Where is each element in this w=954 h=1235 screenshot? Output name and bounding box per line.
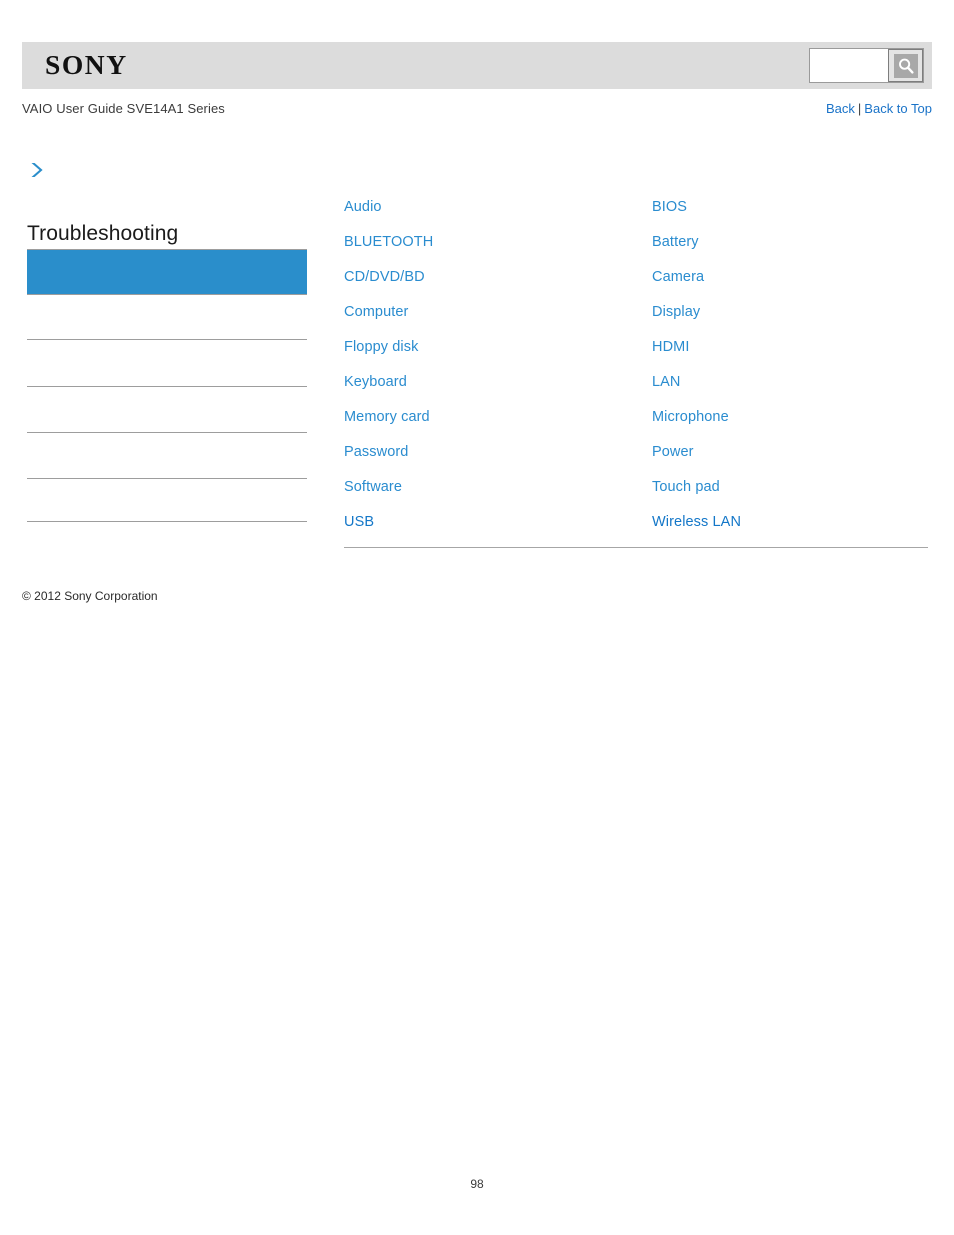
topic-link-floppy-disk[interactable]: Floppy disk xyxy=(344,330,636,365)
sidebar-item-4[interactable] xyxy=(27,433,307,479)
copyright-notice: © 2012 Sony Corporation xyxy=(22,589,158,603)
sidebar-item-2[interactable] xyxy=(27,340,307,387)
topic-link-wireless-lan[interactable]: Wireless LAN xyxy=(652,505,928,540)
topic-link-software[interactable]: Software xyxy=(344,470,636,505)
search-icon xyxy=(894,53,918,78)
sidebar-item-1[interactable] xyxy=(27,295,307,340)
topic-link-battery[interactable]: Battery xyxy=(652,225,928,260)
topic-link-keyboard[interactable]: Keyboard xyxy=(344,365,636,400)
topic-link-cd-dvd-bd[interactable]: CD/DVD/BD xyxy=(344,260,636,295)
topic-column-right: BIOS Battery Camera Display HDMI LAN Mic… xyxy=(636,190,928,540)
topic-link-touch-pad[interactable]: Touch pad xyxy=(652,470,928,505)
search-box[interactable] xyxy=(809,48,924,83)
back-link[interactable]: Back xyxy=(826,101,855,116)
topic-link-memory-card[interactable]: Memory card xyxy=(344,400,636,435)
sidebar-heading: Troubleshooting xyxy=(27,222,179,245)
topic-link-usb[interactable]: USB xyxy=(344,505,636,540)
topic-link-display[interactable]: Display xyxy=(652,295,928,330)
search-button[interactable] xyxy=(888,49,923,82)
header-nav-links: Back | Back to Top xyxy=(826,101,932,116)
topic-link-microphone[interactable]: Microphone xyxy=(652,400,928,435)
topic-column-left: Audio BLUETOOTH CD/DVD/BD Computer Flopp… xyxy=(344,190,636,540)
topic-link-columns: Audio BLUETOOTH CD/DVD/BD Computer Flopp… xyxy=(344,190,928,540)
topic-link-power[interactable]: Power xyxy=(652,435,928,470)
topic-link-password[interactable]: Password xyxy=(344,435,636,470)
site-header: SONY xyxy=(22,42,932,89)
topic-link-audio[interactable]: Audio xyxy=(344,190,636,225)
link-separator: | xyxy=(857,101,862,116)
topic-link-lan[interactable]: LAN xyxy=(652,365,928,400)
chevron-right-icon[interactable] xyxy=(26,159,48,181)
topic-link-hdmi[interactable]: HDMI xyxy=(652,330,928,365)
sidebar-item-3[interactable] xyxy=(27,387,307,433)
guide-title: VAIO User Guide SVE14A1 Series xyxy=(22,101,225,116)
topic-link-bios[interactable]: BIOS xyxy=(652,190,928,225)
content-divider xyxy=(344,547,928,548)
topic-link-computer[interactable]: Computer xyxy=(344,295,636,330)
page-number: 98 xyxy=(470,1177,484,1191)
topic-link-camera[interactable]: Camera xyxy=(652,260,928,295)
sony-logo: SONY xyxy=(45,50,128,80)
main-content: Audio BLUETOOTH CD/DVD/BD Computer Flopp… xyxy=(344,190,928,548)
topic-link-bluetooth[interactable]: BLUETOOTH xyxy=(344,225,636,260)
back-to-top-link[interactable]: Back to Top xyxy=(864,101,932,116)
sidebar-item-5[interactable] xyxy=(27,479,307,522)
search-input[interactable] xyxy=(810,49,888,82)
sidebar-item-selected[interactable] xyxy=(27,249,307,295)
